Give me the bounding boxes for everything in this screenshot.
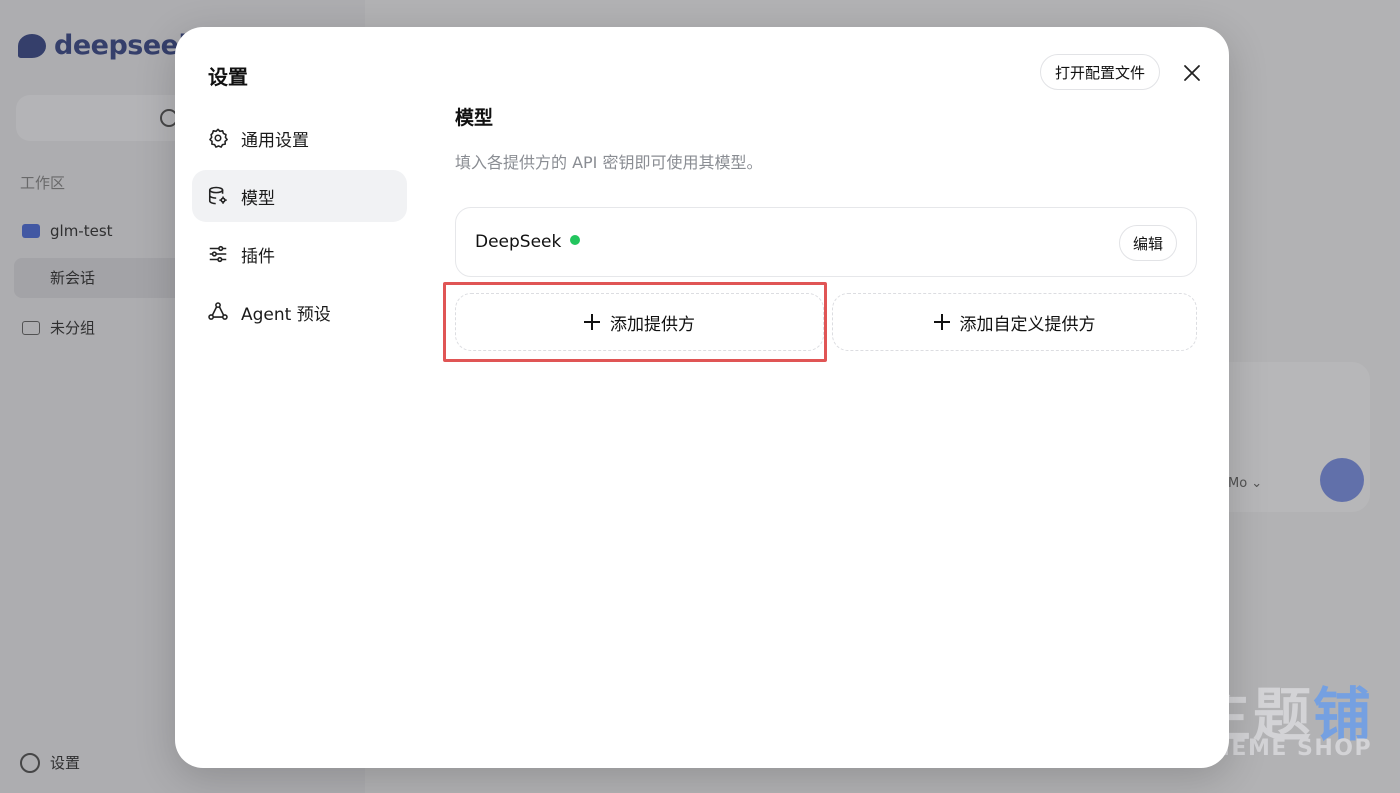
section-description: 填入各提供方的 API 密钥即可使用其模型。 — [455, 153, 763, 172]
sliders-icon — [209, 245, 227, 263]
section-title: 模型 — [455, 107, 494, 129]
nav-item-label: 插件 — [241, 246, 275, 267]
add-provider-button[interactable]: 添加提供方 — [455, 293, 824, 351]
plus-icon — [584, 314, 600, 330]
status-dot-icon — [570, 235, 581, 245]
plus-icon — [933, 314, 950, 330]
nav-item-models[interactable]: 模型 — [192, 170, 407, 222]
provider-card: DeepSeek 编辑 — [455, 207, 1197, 277]
modal-title: 设置 — [208, 65, 248, 89]
gear-icon — [209, 128, 228, 148]
add-custom-provider-button[interactable]: 添加自定义提供方 — [832, 293, 1197, 351]
database-gear-icon — [208, 186, 227, 205]
settings-nav: 通用设置 模型 插件 Agent 预设 — [192, 112, 407, 344]
add-provider-label: 添加提供方 — [610, 314, 695, 335]
nav-item-agent-presets[interactable]: Agent 预设 — [192, 286, 407, 338]
add-custom-provider-label: 添加自定义提供方 — [959, 314, 1096, 335]
nav-item-label: 模型 — [241, 188, 275, 209]
provider-name: DeepSeek — [475, 232, 562, 252]
edit-provider-button[interactable]: 编辑 — [1118, 225, 1177, 261]
open-config-file-button[interactable]: 打开配置文件 — [1040, 54, 1161, 90]
close-icon — [1184, 65, 1200, 81]
nav-item-plugins[interactable]: 插件 — [192, 228, 407, 280]
settings-modal: 设置 通用设置 模型 插件 Agent 预设 打开配置文件 模型 填入各提供方的… — [175, 27, 1229, 768]
close-button[interactable] — [1178, 59, 1206, 87]
nav-item-general[interactable]: 通用设置 — [192, 112, 407, 164]
nav-item-label: 通用设置 — [241, 130, 309, 151]
agent-nodes-icon — [208, 302, 228, 320]
nav-item-label: Agent 预设 — [241, 304, 331, 325]
